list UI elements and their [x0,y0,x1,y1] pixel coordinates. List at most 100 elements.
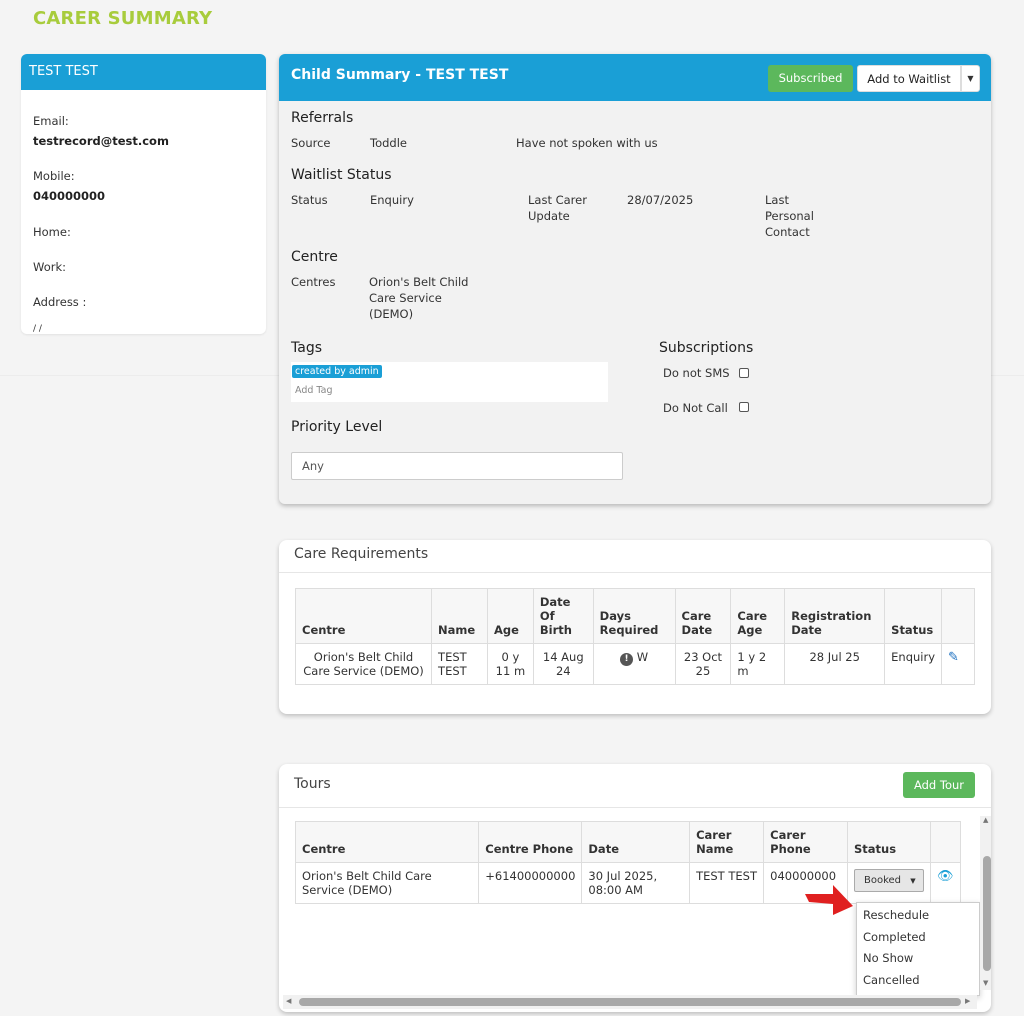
cell-edit: ✎ [941,643,975,685]
tours-table: Centre Centre Phone Date Carer Name Care… [294,821,962,904]
col-age: Age [486,588,534,644]
care-requirements-table: Centre Name Age Date Of Birth Days Requi… [294,588,975,685]
do-not-call-checkbox[interactable] [739,402,749,412]
last-personal-contact-label: Last Personal Contact [765,193,814,239]
cell-carer-name: TEST TEST [689,862,765,904]
referrals-heading: Referrals [291,110,354,126]
cell-care-age: 1 y 2 m [730,643,786,685]
last-carer-update-value: 28/07/2025 [627,193,694,207]
cell-view: 👁 [929,862,962,904]
col-status: Status [884,588,943,644]
work-label: Work: [33,260,66,274]
priority-heading: Priority Level [291,419,383,435]
centres-label: Centres [291,275,336,289]
add-tour-button[interactable]: Add Tour [903,772,975,798]
subscribed-button[interactable]: Subscribed [768,65,853,92]
tags-input[interactable]: created by admin Add Tag [291,362,608,402]
days-value: W [636,650,649,664]
info-icon[interactable]: ! [620,653,634,666]
table-row: Orion's Belt Child Care Service (DEMO) T… [294,643,975,685]
cell-registration: 28 Jul 25 [784,643,886,685]
caret-down-icon: ▼ [910,877,916,885]
cell-status: Booked ▼ [846,862,931,904]
cell-dob: 14 Aug 24 [532,643,594,685]
card-divider [279,572,991,573]
col-status: Status [846,821,931,863]
col-days-required: Days Required [592,588,676,644]
home-label: Home: [33,225,71,239]
referral-note: Have not spoken with us [516,136,658,150]
card-divider [279,807,991,808]
child-summary-title: Child Summary - TEST TEST [291,67,509,83]
cell-centre-phone: +61400000000 [478,862,583,904]
scrollbar-thumb[interactable] [299,998,961,1006]
pencil-icon[interactable]: ✎ [948,650,959,665]
cell-name: TEST TEST [431,643,488,685]
col-dob: Date Of Birth [532,588,594,644]
col-centre-phone: Centre Phone [478,821,583,863]
horizontal-scrollbar[interactable]: ◀ ▶ [283,995,977,1009]
status-value: Booked [863,875,902,886]
mobile-label: Mobile: [33,169,75,183]
cell-age: 0 y 11 m [486,643,534,685]
scrollbar-thumb[interactable] [983,856,991,971]
care-requirements-title: Care Requirements [294,546,429,562]
vertical-scrollbar[interactable]: ▲ ▼ [980,816,991,990]
cell-status: Enquiry [884,643,943,685]
add-to-waitlist-button[interactable]: Add to Waitlist [857,65,961,92]
scroll-up-icon[interactable]: ▲ [983,816,988,824]
col-registration-date: Registration Date [784,588,886,644]
address-value: / / [33,324,42,334]
waitlist-caret-button[interactable]: ▼ [961,65,980,92]
col-carer-name: Carer Name [689,821,765,863]
do-not-sms-label: Do not SMS [663,366,730,380]
carer-name: TEST TEST [21,54,266,90]
last-carer-update-label: Last Carer Update [528,193,587,223]
source-label: Source [291,136,331,150]
table-row: Orion's Belt Child Care Service (DEMO) +… [294,862,962,904]
child-summary-header: Child Summary - TEST TEST Subscribed Add… [279,54,991,101]
carer-card: TEST TEST Email: testrecord@test.com Mob… [21,54,266,334]
status-label: Status [291,193,328,207]
status-value: Enquiry [370,193,414,207]
cell-care-date: 23 Oct 25 [674,643,732,685]
scroll-down-icon[interactable]: ▼ [983,979,988,987]
source-value: Toddle [370,136,407,150]
scroll-left-icon[interactable]: ◀ [286,997,291,1005]
cell-centre: Orion's Belt Child Care Service (DEMO) [294,643,433,685]
eye-icon[interactable]: 👁 [937,869,954,884]
tours-card: Tours Add Tour Centre Centre Phone Date … [279,764,991,1012]
red-arrow-icon [805,885,853,915]
email-value[interactable]: testrecord@test.com [33,134,169,148]
do-not-sms-checkbox[interactable] [739,368,749,378]
centre-heading: Centre [291,249,338,265]
subscriptions-heading: Subscriptions [659,340,754,356]
tag-badge[interactable]: created by admin [292,365,382,378]
status-option-reschedule[interactable]: Reschedule [863,908,929,922]
cell-days: ! W [592,643,676,685]
status-option-completed[interactable]: Completed [863,930,926,944]
add-tag-placeholder[interactable]: Add Tag [295,385,333,396]
status-option-cancelled[interactable]: Cancelled [863,973,920,987]
status-dropdown[interactable]: Booked ▼ [853,869,924,892]
do-not-call-label: Do Not Call [663,401,728,415]
cell-date: 30 Jul 2025, 08:00 AM [581,862,691,904]
col-actions [941,588,975,644]
col-centre: Centre [294,588,433,644]
col-name: Name [431,588,488,644]
scroll-right-icon[interactable]: ▶ [965,997,970,1005]
priority-select[interactable]: Any [291,452,623,480]
email-label: Email: [33,114,69,128]
care-requirements-card: Care Requirements Centre Name Age Date O… [279,540,991,714]
page-title: CARER SUMMARY [33,8,213,29]
status-dropdown-menu: Reschedule Completed No Show Cancelled [856,902,980,996]
tours-title: Tours [294,776,331,792]
tags-heading: Tags [291,340,322,356]
cell-centre: Orion's Belt Child Care Service (DEMO) [294,862,480,904]
status-option-no-show[interactable]: No Show [863,951,913,965]
waitlist-heading: Waitlist Status [291,167,392,183]
address-label: Address : [33,295,87,309]
col-actions [929,821,962,863]
col-date: Date [581,821,691,863]
caret-down-icon: ▼ [967,74,974,83]
